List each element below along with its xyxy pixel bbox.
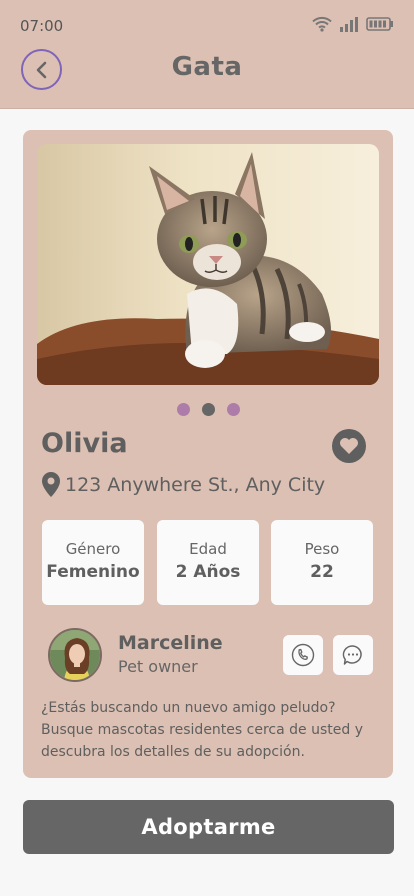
call-button[interactable] [283, 635, 323, 675]
heart-icon [340, 438, 358, 454]
status-time: 07:00 [20, 17, 64, 35]
stat-label: Edad [189, 540, 227, 558]
chat-bubble-icon [342, 645, 362, 665]
pet-location: 123 Anywhere St., Any City [41, 471, 325, 498]
owner-role: Pet owner [118, 657, 198, 676]
pager-dot-active[interactable] [201, 403, 215, 416]
page-title: Gata [171, 52, 243, 82]
app-header: 07:00 Gata [0, 0, 414, 109]
stat-card-age: Edad 2 Años [157, 520, 259, 605]
signal-icon [340, 16, 358, 32]
photo-pager [23, 403, 393, 416]
owner-avatar[interactable] [48, 628, 102, 682]
avatar-image [50, 630, 100, 680]
chat-button[interactable] [333, 635, 373, 675]
stat-value: 22 [310, 562, 334, 582]
pet-name: Olivia [41, 428, 128, 459]
pet-card: Olivia 123 Anywhere St., Any City Género… [23, 130, 393, 778]
pet-photo[interactable] [37, 144, 379, 385]
favorite-button[interactable] [332, 429, 366, 463]
battery-icon [366, 17, 393, 31]
pager-dot[interactable] [176, 403, 190, 416]
adopt-button[interactable]: Adoptarme [23, 800, 394, 854]
owner-name: Marceline [118, 632, 223, 654]
stat-card-gender: Género Femenino [42, 520, 144, 605]
wifi-icon [312, 16, 332, 32]
stat-value: Femenino [46, 562, 140, 582]
pet-description: ¿Estás buscando un nuevo amigo peludo? B… [41, 700, 363, 760]
stat-value: 2 Años [175, 562, 241, 582]
location-text: 123 Anywhere St., Any City [65, 473, 326, 496]
pager-dot[interactable] [226, 403, 240, 416]
stat-label: Género [65, 540, 121, 558]
kitten-image [37, 144, 379, 385]
status-icons [312, 16, 394, 32]
map-pin-icon [42, 472, 60, 497]
stat-label: Peso [304, 540, 340, 558]
phone-icon [291, 643, 315, 667]
stat-card-weight: Peso 22 [271, 520, 373, 605]
